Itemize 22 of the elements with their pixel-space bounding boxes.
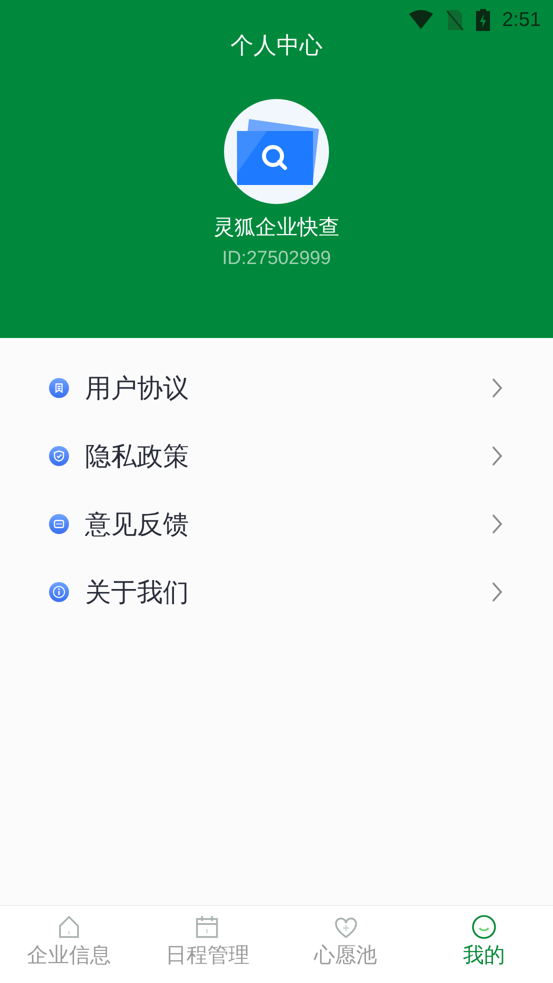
document-icon [49, 378, 69, 398]
menu-item[interactable]: 关于我们 [0, 558, 553, 626]
app-name: 灵狐企业快查 [214, 214, 340, 240]
user-id: ID:27502999 [222, 247, 331, 271]
chevron-right-icon [491, 581, 503, 603]
chevron-right-icon [491, 513, 503, 535]
chat-icon [49, 514, 69, 534]
battery-icon [476, 9, 490, 31]
menu-item[interactable]: 隐私政策 [0, 422, 553, 490]
no-sim-icon [446, 9, 464, 31]
chevron-right-icon [491, 377, 503, 399]
status-time: 2:51 [502, 8, 541, 33]
shield-icon [49, 446, 69, 466]
info-icon [49, 582, 69, 602]
page-title: 个人中心 [230, 31, 322, 60]
menu-item[interactable]: 用户协议 [0, 354, 553, 422]
calendar-icon [194, 914, 220, 940]
wifi-icon [408, 10, 434, 30]
smile-icon [470, 914, 497, 940]
nav-tab[interactable]: 我的 [414, 906, 553, 983]
menu-item[interactable]: 意见反馈 [0, 490, 553, 558]
chevron-right-icon [491, 445, 503, 467]
